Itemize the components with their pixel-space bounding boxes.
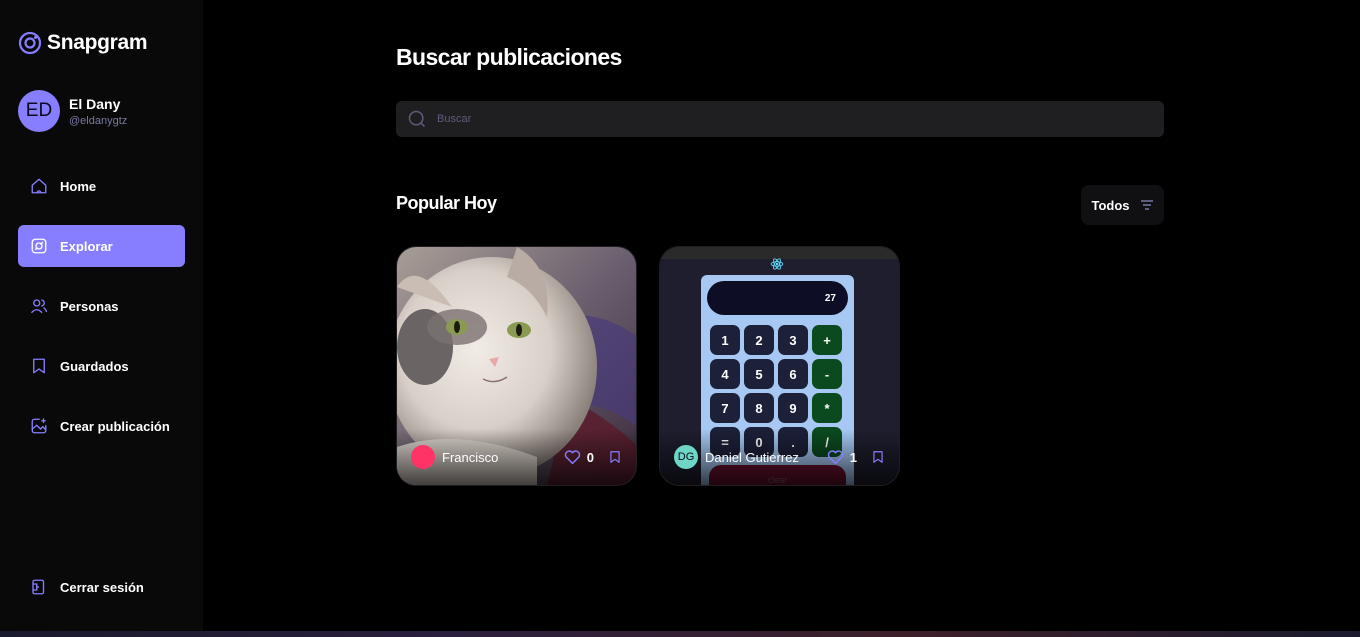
post-author[interactable]: DG Daniel Gutierrez [674, 445, 827, 469]
sidebar-item-label: Home [60, 178, 97, 194]
calc-key: 1 [710, 325, 740, 355]
logout-container: Cerrar sesión [18, 566, 185, 626]
search-input[interactable] [437, 113, 1117, 125]
like-button[interactable]: 0 [564, 449, 594, 465]
heart-icon [564, 450, 580, 465]
search-icon [408, 110, 426, 128]
post-footer: Francisco 0 [397, 429, 636, 485]
calc-key: 6 [778, 359, 808, 389]
sidebar-item-label: Explorar [60, 238, 113, 254]
logout-label: Cerrar sesión [60, 579, 144, 595]
filter-button[interactable]: Todos [1081, 185, 1164, 225]
author-avatar: DG [674, 445, 698, 469]
post-author[interactable]: Francisco [411, 445, 564, 469]
user-name: El Dany [69, 95, 121, 112]
author-name: Francisco [442, 449, 499, 465]
calc-key: 4 [710, 359, 740, 389]
sidebar-item-crear-publicacion[interactable]: Crear publicación [18, 405, 185, 447]
user-profile[interactable]: ED El Dany @eldanygtz [18, 90, 127, 132]
bookmark-icon[interactable] [871, 449, 885, 465]
react-icon [770, 258, 784, 270]
logout-icon [32, 579, 45, 595]
author-name: Daniel Gutierrez [705, 449, 799, 465]
section-title: Popular Hoy [396, 193, 497, 213]
search-bar[interactable] [396, 101, 1164, 137]
logout-button[interactable]: Cerrar sesión [18, 566, 185, 608]
people-icon [30, 299, 48, 314]
sidebar-item-personas[interactable]: Personas [18, 285, 185, 327]
bookmark-icon[interactable] [608, 449, 622, 465]
author-avatar [411, 445, 435, 469]
bookmark-icon [33, 358, 45, 374]
calc-key: 5 [744, 359, 774, 389]
sidebar-nav: Home Explorar Personas Guardados Crear p… [18, 165, 185, 465]
calc-key: 3 [778, 325, 808, 355]
sidebar: Snapgram ED El Dany @eldanygtz Home Expl… [0, 0, 203, 631]
logo-icon [18, 31, 42, 55]
calc-key: + [812, 325, 842, 355]
like-button[interactable]: 1 [827, 449, 857, 465]
create-post-icon [31, 418, 47, 434]
post-card[interactable]: Francisco 0 [396, 246, 637, 486]
post-card[interactable]: 27 1 2 3 + 4 5 6 - 7 8 9 * = [659, 246, 900, 486]
post-stats: 0 [564, 449, 622, 465]
like-count: 1 [849, 449, 857, 465]
sidebar-item-explorar[interactable]: Explorar [18, 225, 185, 267]
app-logo[interactable]: Snapgram [18, 31, 148, 55]
sidebar-item-guardados[interactable]: Guardados [18, 345, 185, 387]
sidebar-item-label: Personas [60, 298, 119, 314]
like-count: 0 [586, 449, 594, 465]
posts-grid: Francisco 0 27 1 2 3 + 4 5 6 - 7 8 9 * D… [396, 246, 900, 486]
sidebar-item-label: Crear publicación [60, 418, 170, 434]
sidebar-item-label: Guardados [60, 358, 129, 374]
filter-icon [1140, 200, 1153, 210]
calc-key: 8 [744, 393, 774, 423]
sidebar-item-home[interactable]: Home [18, 165, 185, 207]
calc-key: 7 [710, 393, 740, 423]
explore-page: Buscar publicaciones Popular Hoy Todos [203, 0, 1360, 631]
heart-icon [827, 450, 843, 465]
post-stats: 1 [827, 449, 885, 465]
avatar: ED [18, 90, 60, 132]
calc-key: - [812, 359, 842, 389]
calc-display: 27 [707, 281, 848, 315]
calc-key: 9 [778, 393, 808, 423]
explore-icon [31, 238, 47, 254]
user-handle: @eldanygtz [69, 114, 128, 127]
calc-key: 2 [744, 325, 774, 355]
post-footer: DG Daniel Gutierrez 1 [660, 429, 899, 485]
window-bottom-bar [0, 631, 1360, 637]
home-icon [31, 178, 47, 194]
filter-label: Todos [1091, 197, 1130, 213]
page-title: Buscar publicaciones [396, 44, 622, 70]
calc-key: * [812, 393, 842, 423]
app-name: Snapgram [47, 31, 148, 54]
